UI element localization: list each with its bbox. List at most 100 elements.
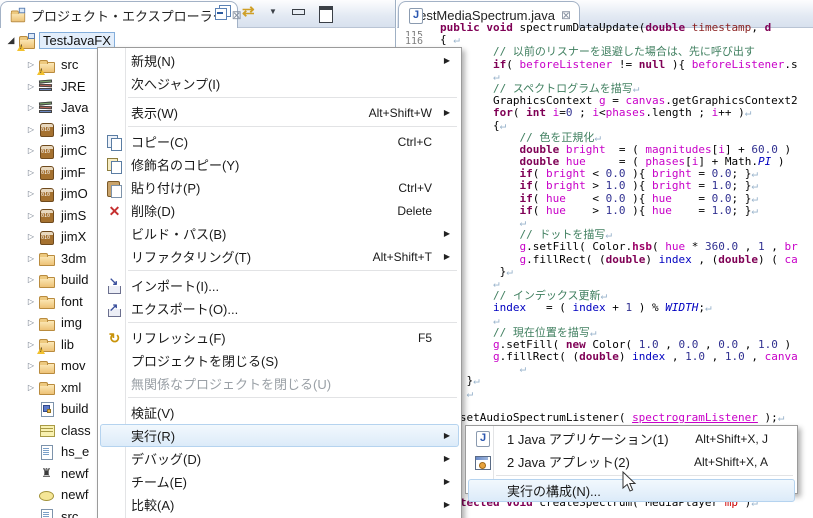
menu-item[interactable]: 貼り付け(P) Ctrl+V xyxy=(100,176,459,199)
tree-item-label: jim3 xyxy=(61,121,85,137)
menu-item-label: 比較(A) xyxy=(131,498,175,513)
expander-icon[interactable]: ▷ xyxy=(24,361,38,370)
expander-icon[interactable]: ▷ xyxy=(24,211,38,220)
link-with-editor-icon[interactable]: ⇄ xyxy=(242,4,257,19)
jar-icon xyxy=(38,229,55,245)
menu-item-shortcut: Ctrl+V xyxy=(398,180,432,195)
project-icon xyxy=(17,32,35,51)
menu-item[interactable]: インポート(I)... xyxy=(100,274,459,297)
warning-icon xyxy=(37,347,45,355)
menu-item[interactable]: プロジェクトを閉じる(S) xyxy=(100,349,459,372)
expander-icon[interactable]: ▷ xyxy=(24,168,38,177)
mouse-cursor xyxy=(622,471,637,492)
project-explorer-icon xyxy=(10,7,26,23)
menu-item[interactable]: エクスポート(O)... xyxy=(100,297,459,320)
tab-project-explorer[interactable]: プロジェクト・エクスプローラー ⊠ xyxy=(0,1,242,28)
minimize-icon[interactable] xyxy=(291,5,306,19)
warning-icon xyxy=(17,43,25,51)
expander-icon[interactable]: ▷ xyxy=(24,232,38,241)
import-icon xyxy=(106,275,123,295)
menu-item-shortcut: Alt+Shift+X, J xyxy=(695,431,768,446)
expander-icon[interactable]: ▷ xyxy=(24,189,38,198)
menu-item-label: 1 Java アプリケーション(1) xyxy=(507,432,669,447)
code-line: ↵ xyxy=(519,362,527,376)
menu-item-label: チーム(E) xyxy=(131,475,187,490)
expander-icon[interactable]: ◢ xyxy=(4,35,18,46)
jar-icon xyxy=(38,143,55,159)
expander-icon[interactable]: ▷ xyxy=(24,254,38,263)
menu-item[interactable]: 表示(W) Alt+Shift+W ▶ xyxy=(100,101,459,124)
menu-item[interactable]: 修飾名のコピー(Y) xyxy=(100,153,459,176)
menu-item[interactable]: 実行(R) ▶ xyxy=(100,424,459,447)
expander-icon[interactable]: ▷ xyxy=(24,103,38,112)
expander-icon[interactable]: ▷ xyxy=(24,82,38,91)
close-icon[interactable]: ⊠ xyxy=(561,9,571,21)
expander-icon[interactable]: ▷ xyxy=(24,146,38,155)
jar-icon xyxy=(38,207,55,224)
warning-icon xyxy=(37,67,45,75)
jar-icon xyxy=(38,164,55,181)
expander-icon[interactable]: ▷ xyxy=(24,125,38,134)
tree-item-label: JRE xyxy=(61,78,86,94)
submenu-arrow-icon: ▶ xyxy=(443,454,450,463)
jar-icon xyxy=(38,186,55,202)
text-icon xyxy=(38,508,55,518)
menu-item-shortcut: Alt+Shift+W xyxy=(368,105,432,120)
folder-icon xyxy=(38,358,55,374)
export-icon xyxy=(106,301,123,318)
menu-item[interactable]: リファクタリング(T) Alt+Shift+T ▶ xyxy=(100,245,459,268)
menu-item[interactable]: 新規(N) ▶ xyxy=(100,49,459,72)
folder-icon xyxy=(38,272,55,288)
text-icon xyxy=(38,444,55,460)
folder-icon xyxy=(37,336,55,355)
applet-icon xyxy=(474,454,491,471)
tree-item-label: jimS xyxy=(61,207,87,223)
menu-item-label: 次へジャンプ(I) xyxy=(131,77,221,92)
expander-icon[interactable]: ▷ xyxy=(24,297,38,306)
code-line: ↵ xyxy=(466,386,474,400)
explorer-header: プロジェクト・エクスプローラー ⊠ ⇄ ▼ xyxy=(0,0,396,28)
menu-item-label: 表示(W) xyxy=(131,106,178,121)
menu-item[interactable]: 比較(A) ▶ xyxy=(100,493,459,516)
folder-icon xyxy=(38,293,55,310)
menu-item[interactable]: ✕ 削除(D) Delete xyxy=(100,199,459,222)
tree-item-label: hs_e xyxy=(61,444,90,460)
menu-item-label: 無関係なプロジェクトを閉じる(U) xyxy=(131,377,332,392)
expander-icon[interactable]: ▷ xyxy=(24,60,38,69)
library-icon xyxy=(38,78,55,94)
maximize-icon[interactable] xyxy=(318,5,333,23)
tree-item-label: src_ xyxy=(61,508,86,518)
tree-item-label: newf xyxy=(61,465,89,481)
menu-item-shortcut: Alt+Shift+X, A xyxy=(693,454,768,469)
view-menu-icon[interactable]: ▼ xyxy=(269,5,279,19)
menu-item[interactable]: チーム(E) ▶ xyxy=(100,470,459,493)
tree-item-label: mov xyxy=(61,358,86,374)
menu-item-label: エクスポート(O)... xyxy=(131,302,239,317)
collapse-all-icon[interactable] xyxy=(215,5,231,20)
paste-icon xyxy=(106,180,123,198)
menu-item[interactable]: 無関係なプロジェクトを閉じる(U) xyxy=(100,372,459,395)
code-line: { ↵ xyxy=(440,509,798,518)
menu-item[interactable]: 2 Java アプレット(2) Alt+Shift+X, A xyxy=(468,450,795,473)
tree-item-label: jimC xyxy=(61,143,87,159)
java-file-icon xyxy=(407,7,417,24)
menu-item[interactable]: 次へジャンプ(I) xyxy=(100,72,459,95)
expander-icon[interactable]: ▷ xyxy=(24,340,38,349)
code-line: mp.setAudioSpectrumListener( spectrogram… xyxy=(440,411,785,424)
menu-item[interactable]: コピー(C) Ctrl+C xyxy=(100,130,459,153)
tree-item-label: font xyxy=(61,293,83,309)
folder-icon xyxy=(38,250,55,267)
menu-item[interactable]: ビルド・パス(B) ▶ xyxy=(100,222,459,245)
menu-item[interactable]: ↻ リフレッシュ(F) F5 xyxy=(100,326,459,349)
expander-icon[interactable]: ▷ xyxy=(24,383,38,392)
expander-icon[interactable]: ▷ xyxy=(24,275,38,284)
menu-item[interactable]: 1 Java アプリケーション(1) Alt+Shift+X, J xyxy=(468,427,795,450)
menu-item-label: 2 Java アプレット(2) xyxy=(507,455,630,470)
menu-item-label: プロジェクトを閉じる(S) xyxy=(131,354,279,369)
expander-icon[interactable]: ▷ xyxy=(24,318,38,327)
submenu-arrow-icon: ▶ xyxy=(443,431,450,440)
explorer-tab-label: プロジェクト・エクスプローラー xyxy=(31,8,226,24)
menu-item[interactable]: デバッグ(D) ▶ xyxy=(100,447,459,470)
menu-item-label: コピー(C) xyxy=(131,135,189,150)
menu-item[interactable]: 検証(V) xyxy=(100,401,459,424)
